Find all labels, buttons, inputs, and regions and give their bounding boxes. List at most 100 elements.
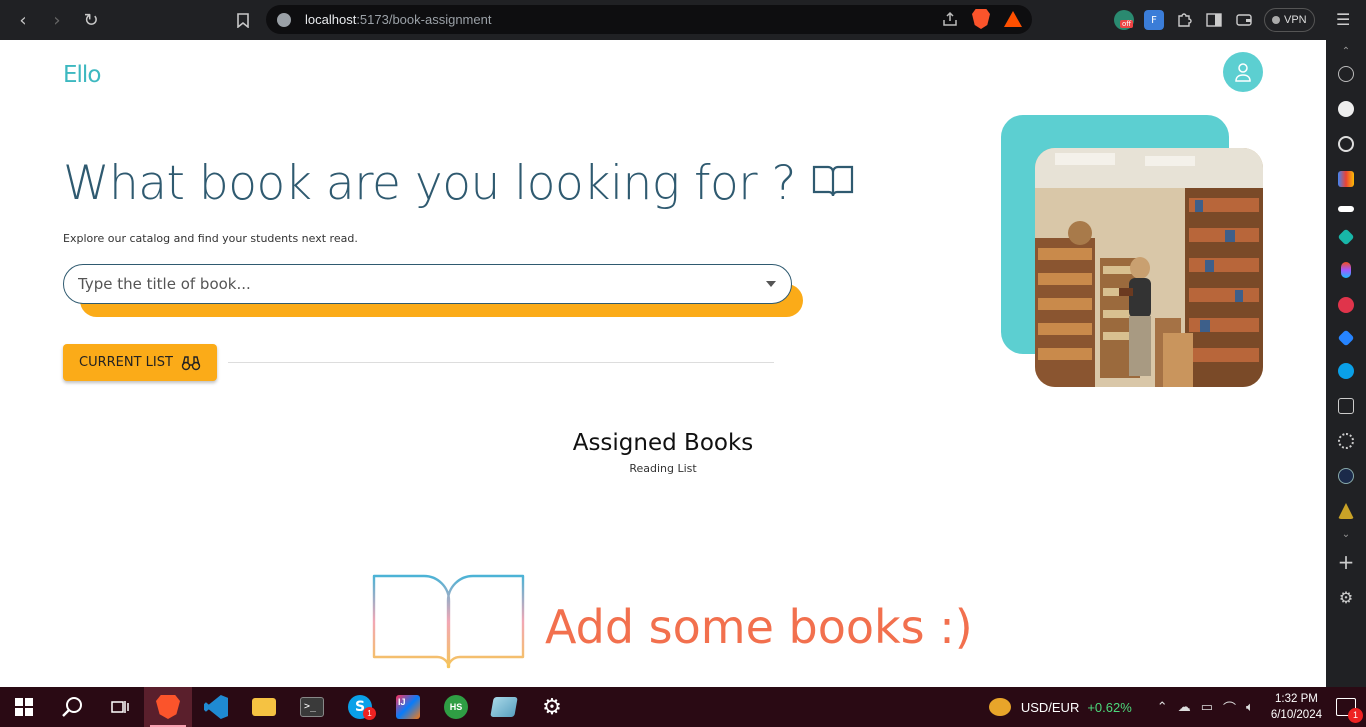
tray-overflow-icon[interactable]: ⌃ <box>1157 699 1168 715</box>
forward-icon[interactable]: › <box>40 3 74 37</box>
skype-icon[interactable] <box>1338 363 1354 379</box>
currency-pair: USD/EUR <box>1020 699 1080 715</box>
user-avatar-button[interactable] <box>1223 52 1263 92</box>
hs-app-icon: HS <box>444 695 468 719</box>
assigned-books-subtitle: Reading List <box>629 462 697 475</box>
taskbar-terminal[interactable]: >_ <box>288 687 336 727</box>
windows-logo-icon <box>15 698 33 716</box>
grammarly-extension-icon[interactable]: off <box>1114 10 1134 30</box>
taskbar-intellij[interactable]: IJ <box>384 687 432 727</box>
divider <box>228 362 774 363</box>
url-path: :5173/book-assignment <box>356 12 492 27</box>
page: Ello What book are you looking for ? Exp… <box>0 40 1326 687</box>
clock[interactable]: 1:32 PM 6/10/2024 <box>1271 691 1322 723</box>
gear-app-icon[interactable] <box>1338 433 1354 449</box>
open-book-icon <box>812 156 854 211</box>
clock-date: 6/10/2024 <box>1270 709 1322 721</box>
folder-icon <box>252 698 276 716</box>
browser-menu-icon[interactable]: ☰ <box>1336 10 1350 29</box>
settings-gear-icon: ⚙ <box>542 694 562 720</box>
assigned-books-title: Assigned Books <box>572 430 754 456</box>
windows-taskbar: >_ S 1 IJ HS ⚙ USD/EUR +0.62% ⌃ ☁ ▭ ⌒ 🔈︎… <box>0 687 1366 727</box>
search-button[interactable] <box>48 687 96 727</box>
sidebar-scroll-down-icon[interactable]: ⌄ <box>1342 529 1350 540</box>
taskbar-notes-app[interactable] <box>480 687 528 727</box>
wifi-icon[interactable]: ⌒ <box>1223 698 1236 717</box>
address-bar[interactable]: localhost:5173/book-assignment 1 <box>266 5 1032 34</box>
code-app-icon[interactable] <box>1338 468 1354 484</box>
vpn-button[interactable]: VPN <box>1264 8 1315 32</box>
site-info-icon[interactable] <box>277 12 291 27</box>
dropdown-arrow-icon[interactable] <box>766 281 776 287</box>
brave-browser-icon <box>156 695 180 719</box>
triangle-app-icon[interactable] <box>1338 503 1354 519</box>
book-search-input[interactable] <box>78 275 738 293</box>
diamond-app-icon[interactable] <box>1337 228 1355 246</box>
notes-app-icon <box>490 697 518 717</box>
vpn-status-icon <box>1272 16 1280 24</box>
onedrive-icon[interactable]: ☁ <box>1178 699 1191 715</box>
fi-extension-icon[interactable]: F <box>1144 10 1164 30</box>
sidebar-scroll-up-icon[interactable]: ⌃ <box>1342 46 1350 57</box>
taskbar-skype[interactable]: S 1 <box>336 687 384 727</box>
task-view-button[interactable] <box>96 687 144 727</box>
start-button[interactable] <box>0 687 48 727</box>
gmail-icon[interactable] <box>1338 171 1354 187</box>
empty-book-illustration <box>372 574 526 674</box>
github-icon[interactable] <box>1338 101 1354 117</box>
taskbar-file-explorer[interactable] <box>240 687 288 727</box>
url-host: localhost <box>305 12 357 27</box>
extensions-bar: off F VPN <box>1114 8 1315 32</box>
currency-widget[interactable]: USD/EUR +0.62% <box>988 698 1132 716</box>
reading-list-icon[interactable] <box>1338 398 1354 414</box>
puzzle-extensions-icon[interactable] <box>1174 10 1194 30</box>
dev-icon[interactable] <box>1338 206 1354 212</box>
taskbar-vscode[interactable] <box>192 687 240 727</box>
skype-badge: 1 <box>363 707 376 720</box>
vscode-icon <box>204 695 228 719</box>
chatgpt-icon[interactable] <box>1338 136 1354 152</box>
brave-rewards-icon[interactable]: 1 <box>1004 11 1022 27</box>
logo[interactable]: Ello <box>63 62 101 88</box>
browser-sidebar: ⌃ ⌄ + ⚙ <box>1326 40 1366 687</box>
volume-icon[interactable]: 🔈︎ <box>1246 699 1254 715</box>
battery-icon[interactable]: ▭ <box>1201 699 1213 715</box>
shield-app-icon[interactable] <box>1338 297 1354 313</box>
coins-icon <box>988 698 1011 716</box>
page-subtitle: Explore our catalog and find your studen… <box>63 232 358 245</box>
book-search-combobox[interactable] <box>63 264 792 304</box>
terminal-icon: >_ <box>300 697 324 717</box>
sidebar-toggle-icon[interactable] <box>1204 10 1224 30</box>
browser-toolbar: ‹ › ↻ localhost:5173/book-assignment 1 o… <box>0 0 1366 40</box>
empty-state-message: Add some books :) <box>545 600 973 654</box>
page-title: What book are you looking for ? <box>63 156 854 211</box>
reload-icon[interactable]: ↻ <box>74 3 108 37</box>
task-view-icon <box>111 701 129 713</box>
brave-shields-icon[interactable] <box>972 9 990 29</box>
sidebar-add-icon[interactable]: + <box>1338 550 1355 574</box>
user-icon <box>1235 63 1251 82</box>
sidebar-settings-icon[interactable]: ⚙ <box>1339 588 1353 607</box>
taskbar-brave[interactable] <box>144 687 192 727</box>
rewards-badge: 1 <box>1017 11 1022 18</box>
system-tray: USD/EUR +0.62% ⌃ ☁ ▭ ⌒ 🔈︎ 1:32 PM 6/10/2… <box>988 687 1366 727</box>
binoculars-icon <box>181 355 201 370</box>
currency-change: +0.62% <box>1087 699 1132 715</box>
jira-icon[interactable] <box>1337 329 1355 347</box>
share-icon[interactable] <box>942 11 958 27</box>
taskbar-settings[interactable]: ⚙ <box>528 687 576 727</box>
library-photo <box>1035 148 1263 387</box>
current-list-button[interactable]: CURRENT LIST <box>63 344 217 381</box>
taskbar-hs-app[interactable]: HS <box>432 687 480 727</box>
notification-center-icon[interactable]: 1 <box>1336 698 1363 723</box>
bookmark-icon[interactable] <box>226 3 260 37</box>
intellij-icon: IJ <box>396 695 420 719</box>
figma-icon[interactable] <box>1341 262 1351 278</box>
vpn-label: VPN <box>1284 14 1307 26</box>
leo-ai-icon[interactable] <box>1338 66 1354 82</box>
back-icon[interactable]: ‹ <box>6 3 40 37</box>
search-icon <box>62 697 82 717</box>
notification-badge: 1 <box>1348 708 1363 723</box>
clock-time: 1:32 PM <box>1275 693 1318 705</box>
wallet-icon[interactable] <box>1234 10 1254 30</box>
